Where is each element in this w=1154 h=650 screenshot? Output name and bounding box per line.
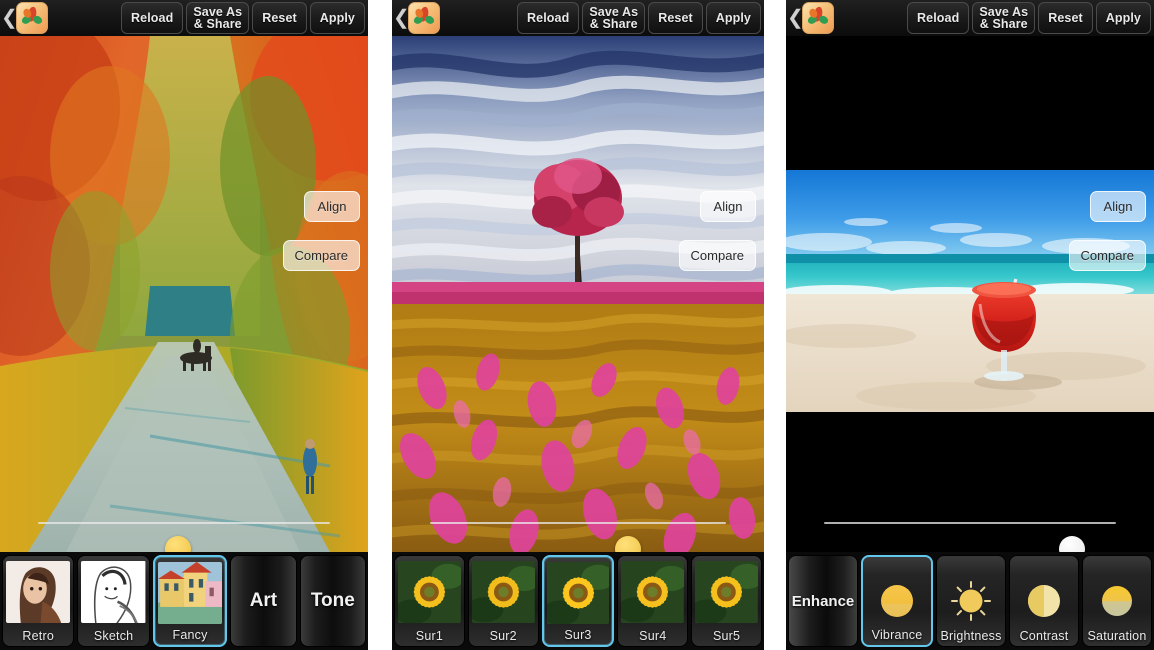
filmstrip-item-sur1[interactable]: Sur1 — [394, 555, 465, 647]
filmstrip-enhance: Enhance Vibrance Brightness Contrast Sat… — [786, 552, 1154, 650]
filmstrip-label-saturation: Saturation — [1087, 629, 1147, 643]
back-chevron-icon[interactable]: ❮ — [787, 8, 804, 28]
filmstrip-label-sur4: Sur4 — [639, 629, 667, 643]
save-as-share-button[interactable]: Save As & Share — [186, 2, 250, 34]
panel-enhance: Align Compare ❮ Reload Save As & Share R… — [786, 0, 1154, 650]
slider-knob[interactable] — [1059, 536, 1086, 552]
compare-button[interactable]: Compare — [282, 240, 360, 271]
filmstrip-item-enhance[interactable]: Enhance — [788, 555, 858, 647]
filmstrip-label-sur5: Sur5 — [712, 629, 741, 643]
portrait-retro-thumb — [6, 561, 71, 623]
overlay-buttons-enhance: Align Compare — [1068, 191, 1146, 271]
sunflower-thumb — [621, 561, 685, 623]
three-panel-screenshot: Align Compare ❮ Reload Save As & Share R… — [0, 0, 1154, 650]
intensity-slider-art[interactable] — [0, 496, 368, 552]
filmstrip-item-vibrance[interactable]: Vibrance — [861, 555, 933, 647]
filmstrip-art: Retro Sketch Fancy Art Tone — [0, 552, 368, 650]
save-as-share-button[interactable]: Save As & Share — [582, 2, 646, 34]
filmstrip-item-brightness[interactable]: Brightness — [936, 555, 1006, 647]
align-button[interactable]: Align — [1090, 191, 1146, 222]
save-line-2: & Share — [979, 17, 1028, 31]
top-toolbar-surreal: ❮ Reload Save As & Share Reset Apply — [392, 0, 764, 36]
filmstrip-label-brightness: Brightness — [940, 629, 1002, 643]
slider-knob[interactable] — [615, 536, 642, 552]
filmstrip-item-sur5[interactable]: Sur5 — [691, 555, 762, 647]
photo-canvas-surreal[interactable]: Align Compare — [392, 36, 764, 552]
sunflower-thumb — [695, 561, 758, 623]
filmstrip-item-art[interactable]: Art — [230, 555, 297, 647]
filmstrip-item-sur3[interactable]: Sur3 — [541, 555, 615, 647]
reload-button[interactable]: Reload — [121, 2, 184, 34]
filmstrip-label-retro: Retro — [22, 629, 54, 643]
filmstrip-item-sketch[interactable]: Sketch — [77, 555, 150, 647]
save-as-share-button[interactable]: Save As & Share — [972, 2, 1036, 34]
saturation-gradient-circle-icon — [1095, 570, 1139, 632]
filmstrip-label-enhance: Enhance — [791, 592, 855, 610]
intensity-slider-surreal[interactable] — [392, 496, 764, 552]
align-button[interactable]: Align — [700, 191, 756, 222]
compare-button[interactable]: Compare — [678, 240, 756, 271]
slider-track — [430, 522, 726, 552]
reset-button[interactable]: Reset — [1038, 2, 1093, 34]
back-chevron-icon[interactable]: ❮ — [1, 8, 18, 28]
apply-button[interactable]: Apply — [705, 2, 761, 34]
filmstrip-label-contrast: Contrast — [1019, 629, 1069, 643]
filmstrip-item-sur4[interactable]: Sur4 — [617, 555, 689, 647]
save-line-2: & Share — [589, 17, 638, 31]
panel-divider-1 — [368, 0, 392, 650]
panel-divider-2 — [764, 0, 786, 650]
brightness-sun-icon — [949, 570, 993, 632]
app-logo-icon[interactable] — [16, 2, 48, 34]
filmstrip-item-saturation[interactable]: Saturation — [1082, 555, 1152, 647]
filmstrip-label-sur3: Sur3 — [564, 628, 592, 642]
save-line-2: & Share — [193, 17, 242, 31]
vibrance-circle-icon — [875, 570, 919, 632]
contrast-half-circle-icon — [1022, 570, 1066, 632]
top-toolbar-art: ❮ Reload Save As & Share Reset Apply — [0, 0, 368, 36]
overlay-buttons-surreal: Align Compare — [678, 191, 756, 271]
app-logo-icon[interactable] — [802, 2, 834, 34]
reload-button[interactable]: Reload — [907, 2, 970, 34]
filmstrip-item-tone[interactable]: Tone — [299, 555, 367, 647]
slider-track — [38, 522, 330, 552]
top-toolbar-enhance: ❮ Reload Save As & Share Reset Apply — [786, 0, 1154, 36]
apply-button[interactable]: Apply — [1095, 2, 1151, 34]
overlay-buttons-art: Align Compare — [282, 191, 360, 271]
filmstrip-label-sketch: Sketch — [93, 629, 134, 643]
sunflower-thumb — [471, 561, 535, 623]
panel-art: Align Compare ❮ Reload Save As & Share R… — [0, 0, 368, 650]
autumn-tree-lined-path-painting — [0, 36, 368, 552]
slider-knob[interactable] — [165, 536, 192, 552]
filmstrip-label-art: Art — [249, 590, 278, 611]
app-logo-icon[interactable] — [408, 2, 440, 34]
reload-button[interactable]: Reload — [517, 2, 580, 34]
reset-button[interactable]: Reset — [252, 2, 307, 34]
filmstrip-label-fancy: Fancy — [172, 628, 208, 642]
red-tree-field-painting — [392, 36, 764, 552]
filmstrip-label-sur2: Sur2 — [489, 629, 517, 643]
reset-button[interactable]: Reset — [648, 2, 703, 34]
sunflower-thumb — [398, 561, 461, 623]
apply-button[interactable]: Apply — [309, 2, 365, 34]
back-chevron-icon[interactable]: ❮ — [393, 8, 410, 28]
panel-surreal: Align Compare ❮ Reload Save As & Share R… — [392, 0, 764, 650]
photo-canvas-art[interactable]: Align Compare — [0, 36, 368, 552]
slider-track — [824, 522, 1116, 552]
align-button[interactable]: Align — [304, 191, 360, 222]
beach-cocktail-photo — [786, 36, 1154, 552]
compare-button[interactable]: Compare — [1068, 240, 1146, 271]
photo-canvas-enhance[interactable]: Align Compare — [786, 36, 1154, 552]
filmstrip-surreal: Sur1 Sur2 Sur3 Sur4 Sur5 — [392, 552, 764, 650]
filmstrip-item-fancy[interactable]: Fancy — [152, 555, 228, 647]
village-houses-thumb — [157, 562, 223, 624]
filmstrip-label-sur1: Sur1 — [415, 629, 443, 643]
sunflower-thumb — [546, 562, 610, 624]
intensity-slider-enhance[interactable] — [786, 496, 1154, 552]
filmstrip-item-contrast[interactable]: Contrast — [1009, 555, 1079, 647]
filmstrip-label-vibrance: Vibrance — [871, 628, 923, 642]
filmstrip-item-retro[interactable]: Retro — [2, 555, 75, 647]
filmstrip-item-sur2[interactable]: Sur2 — [467, 555, 539, 647]
portrait-sketch-thumb — [81, 561, 146, 623]
filmstrip-label-tone: Tone — [310, 590, 355, 611]
